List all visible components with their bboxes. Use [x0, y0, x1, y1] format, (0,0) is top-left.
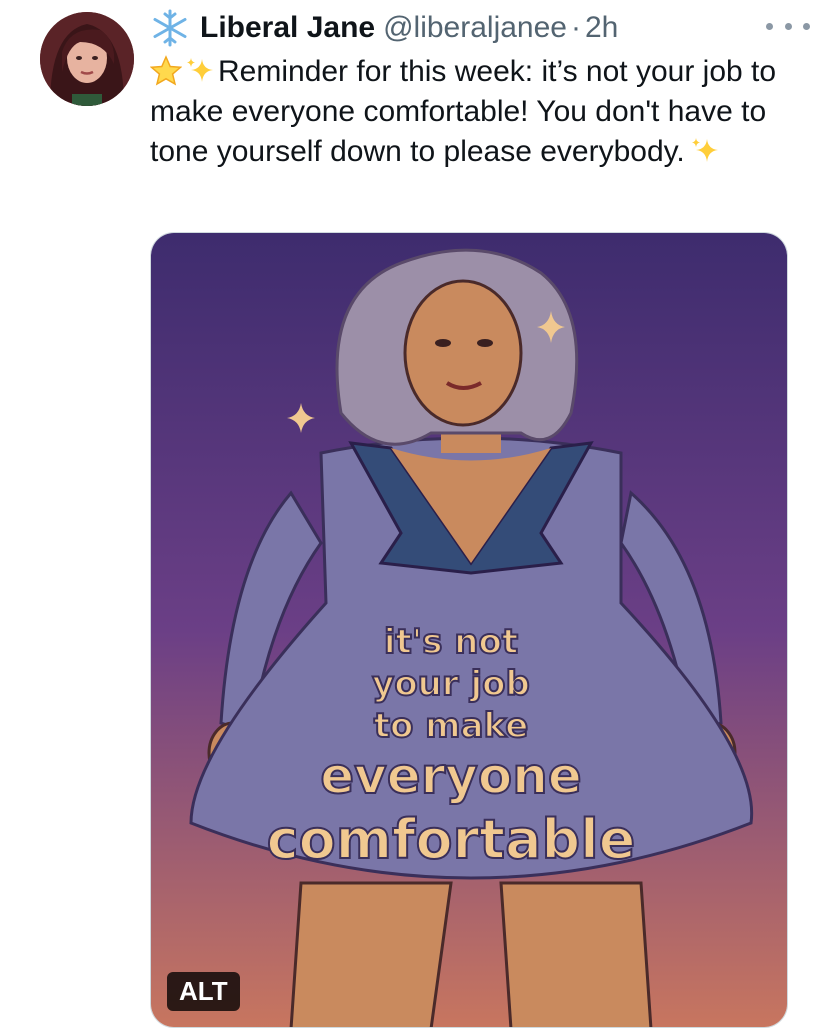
sparkles-icon: [689, 135, 721, 167]
dress-lettering-line: it's not: [384, 622, 518, 662]
avatar[interactable]: [40, 12, 134, 106]
dress-lettering-line: comfortable: [267, 808, 636, 871]
dress-lettering-line: everyone: [320, 747, 582, 805]
dress-lettering-line: to make: [374, 706, 529, 746]
tweet-text: Reminder for this week: it’s not your jo…: [149, 52, 790, 172]
star-icon: [149, 55, 183, 87]
alt-text-button[interactable]: ALT: [167, 972, 240, 1011]
dress-lettering-line: your job: [372, 664, 530, 704]
tweet-header: Liberal Jane @liberaljanee · 2h: [150, 8, 808, 48]
separator: ·: [570, 11, 581, 44]
tweet-text-line1: Reminder for this week: it’s not your: [218, 55, 695, 88]
snowflake-icon: [150, 8, 190, 48]
timestamp[interactable]: 2h: [585, 11, 618, 45]
more-options-icon[interactable]: [766, 14, 810, 38]
sparkles-icon: [184, 55, 216, 87]
tweet-image[interactable]: it's not your job to make everyone comfo…: [150, 232, 788, 1028]
display-name[interactable]: Liberal Jane: [200, 11, 375, 45]
user-handle[interactable]: @liberaljanee: [383, 11, 567, 45]
